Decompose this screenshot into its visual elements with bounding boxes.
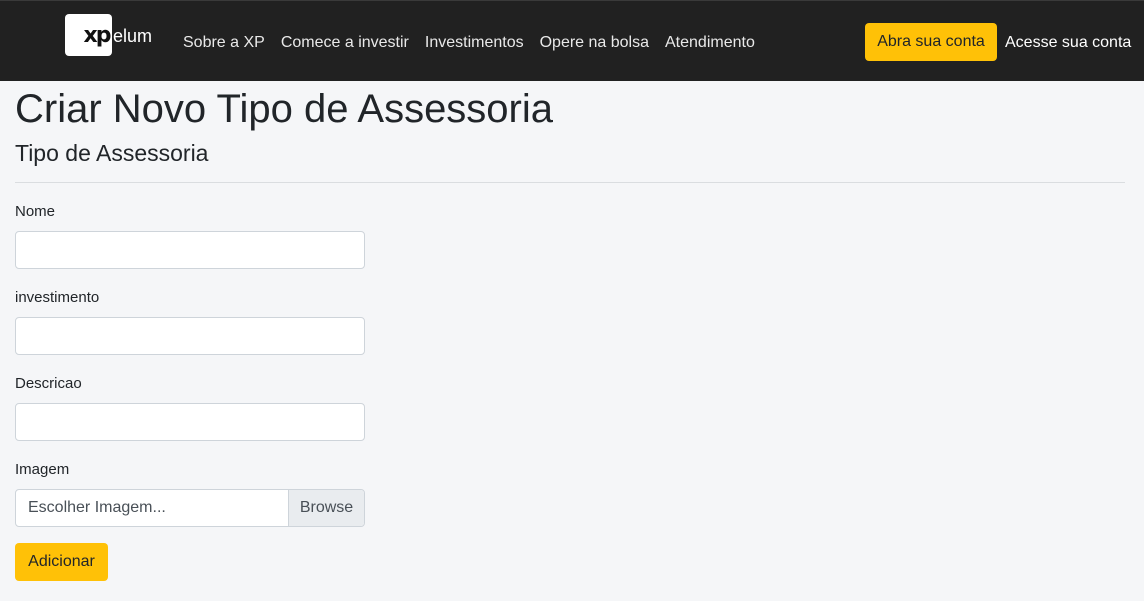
access-account-link[interactable]: Acesse sua conta: [1005, 32, 1131, 54]
open-account-button[interactable]: Abra sua conta: [865, 23, 997, 61]
investimento-label: investimento: [15, 289, 100, 306]
investimento-input[interactable]: [15, 317, 365, 355]
browse-button[interactable]: Browse: [288, 490, 364, 526]
imagem-label: Imagem: [15, 461, 70, 478]
brand-logo[interactable]: xp elum: [65, 14, 152, 56]
nav-link-sobre[interactable]: Sobre a XP: [183, 32, 265, 54]
top-navbar: xp elum Sobre a XP Comece a investir Inv…: [0, 0, 1144, 81]
nav-link-investimentos[interactable]: Investimentos: [425, 32, 524, 54]
nav-link-opere[interactable]: Opere na bolsa: [540, 32, 649, 54]
file-placeholder[interactable]: Escolher Imagem...: [16, 490, 288, 526]
descricao-label: Descricao: [15, 375, 82, 392]
logo-mark: xp: [65, 14, 112, 56]
nav-link-atendimento[interactable]: Atendimento: [665, 32, 755, 54]
image-file-input[interactable]: Escolher Imagem... Browse: [15, 489, 365, 527]
nav-link-comece[interactable]: Comece a investir: [281, 32, 409, 54]
page-title: Criar Novo Tipo de Assessoria: [15, 87, 554, 131]
add-button[interactable]: Adicionar: [15, 543, 108, 581]
divider: [15, 182, 1125, 183]
section-title: Tipo de Assessoria: [15, 140, 209, 166]
logo-text: elum: [113, 25, 153, 46]
nome-label: Nome: [15, 203, 56, 220]
nome-input[interactable]: [15, 231, 365, 269]
descricao-input[interactable]: [15, 403, 365, 441]
nav-links: Sobre a XP Comece a investir Investiment…: [183, 32, 771, 54]
